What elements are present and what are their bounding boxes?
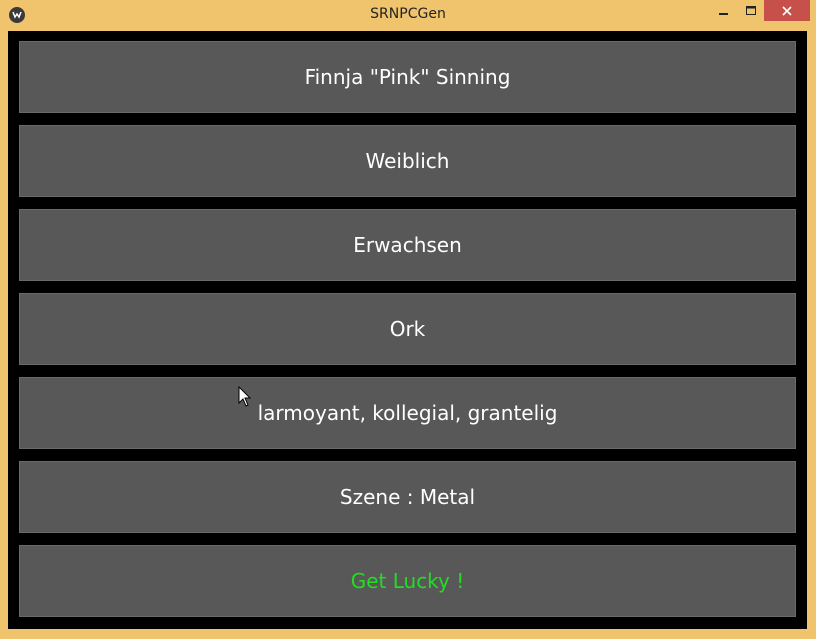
traits-button[interactable]: larmoyant, kollegial, grantelig (19, 377, 796, 449)
close-icon (782, 5, 792, 16)
maximize-button[interactable] (737, 0, 765, 21)
minimize-button[interactable] (710, 0, 738, 21)
race-button[interactable]: Ork (19, 293, 796, 365)
window-title: SRNPCGen (370, 6, 446, 22)
app-window: SRNPCGen Finnja "Pink" Sinning Weiblich … (0, 0, 816, 639)
scene-button[interactable]: Szene : Metal (19, 461, 796, 533)
close-button[interactable] (764, 0, 810, 21)
name-button[interactable]: Finnja "Pink" Sinning (19, 41, 796, 113)
mouse-cursor-icon (238, 386, 252, 407)
maximize-icon (745, 5, 756, 15)
title-bar[interactable]: SRNPCGen (0, 0, 816, 30)
age-button[interactable]: Erwachsen (19, 209, 796, 281)
gender-button[interactable]: Weiblich (19, 125, 796, 197)
main-panel: Finnja "Pink" Sinning Weiblich Erwachsen… (8, 31, 807, 629)
minimize-icon (719, 12, 728, 15)
get-lucky-button[interactable]: Get Lucky ! (19, 545, 796, 617)
